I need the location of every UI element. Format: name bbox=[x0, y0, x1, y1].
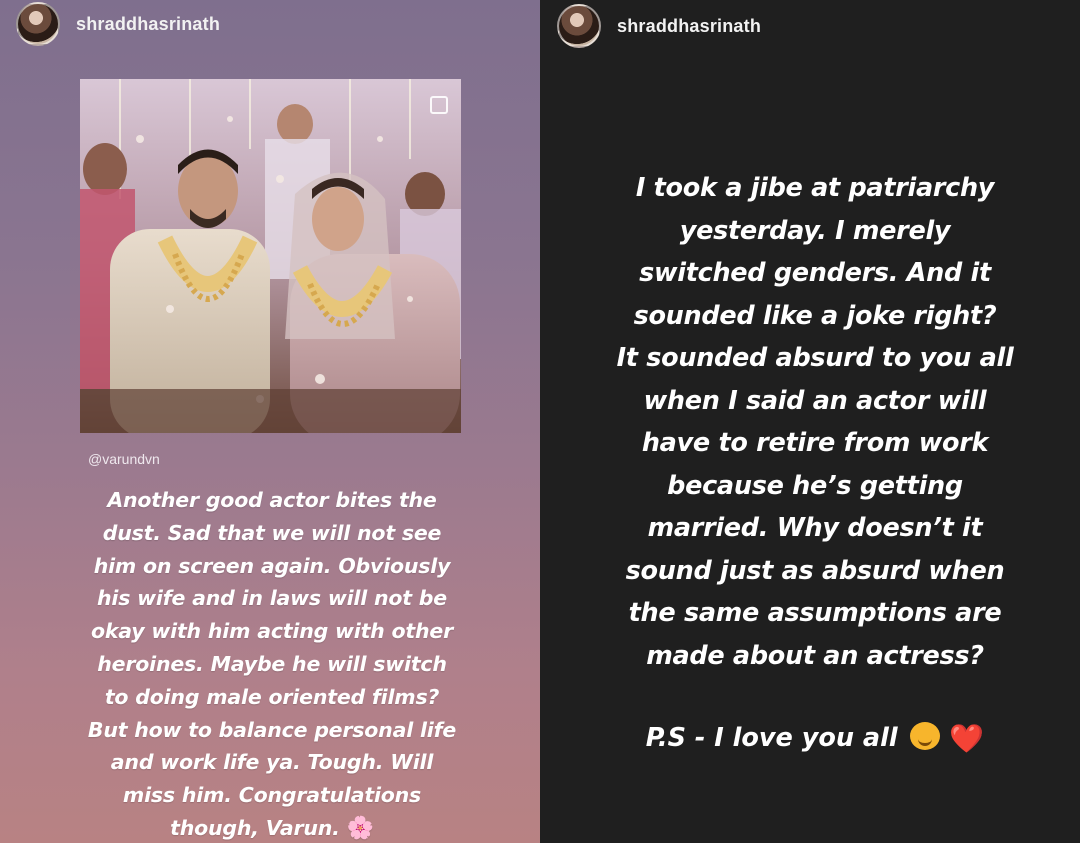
square-outline-icon bbox=[430, 96, 448, 114]
left-caption-text: Another good actor bites the dust. Sad t… bbox=[62, 484, 482, 843]
caption-line: married. Why doesn’t it bbox=[647, 513, 983, 543]
caption-line: sounded like a joke right? bbox=[633, 300, 997, 331]
caption-line: made about an actress? bbox=[646, 640, 984, 671]
right-story-header: shraddhasrinath bbox=[557, 4, 761, 48]
caption-line: I took a jibe at patriarchy bbox=[635, 173, 995, 203]
avatar-icon[interactable] bbox=[557, 4, 601, 48]
right-caption-text: I took a jibe at patriarchy yesterday. I… bbox=[580, 167, 1050, 677]
mention-tag[interactable]: @varundvn bbox=[88, 451, 160, 467]
caption-line: It sounded absurd to you all bbox=[616, 343, 1014, 373]
ps-text-line: P.S - I love you all ❤️ bbox=[580, 717, 1050, 760]
wedding-photo[interactable] bbox=[80, 79, 461, 433]
caption-line: miss him. Congratulations bbox=[122, 783, 422, 808]
caption-line: dust. Sad that we will not see bbox=[102, 520, 442, 545]
caption-line: to doing male oriented films? bbox=[104, 684, 440, 709]
caption-line: because he’s getting bbox=[667, 470, 963, 501]
left-story-panel: shraddhasrinath @varundvn Another good a… bbox=[0, 0, 540, 843]
caption-line: switched genders. And it bbox=[639, 258, 991, 288]
caption-line: But how to balance personal life bbox=[87, 717, 457, 742]
caption-line-last: though, Varun. 🌸 bbox=[62, 812, 482, 843]
caption-line: okay with him acting with other bbox=[90, 619, 454, 644]
caption-line: sound just as absurd when bbox=[625, 555, 1005, 586]
caption-line: yesterday. I merely bbox=[679, 215, 951, 246]
caption-line: when I said an actor will bbox=[643, 385, 987, 416]
flower-emoji-icon: 🌸 bbox=[346, 815, 374, 841]
wedding-photo-illustration bbox=[80, 79, 461, 433]
caption-line: have to retire from work bbox=[641, 428, 989, 458]
username-label[interactable]: shraddhasrinath bbox=[617, 16, 761, 37]
left-story-header: shraddhasrinath bbox=[16, 2, 220, 46]
caption-line: his wife and in laws will not be bbox=[97, 586, 447, 611]
caption-line: the same assumptions are bbox=[628, 598, 1002, 628]
username-label[interactable]: shraddhasrinath bbox=[76, 14, 220, 35]
hugging-face-emoji-icon bbox=[910, 722, 941, 750]
ps-text: P.S - I love you all bbox=[645, 723, 898, 753]
avatar-icon[interactable] bbox=[16, 2, 60, 46]
caption-line: him on screen again. Obviously bbox=[93, 553, 451, 578]
caption-line: though, Varun. bbox=[170, 815, 340, 840]
caption-line: heroines. Maybe he will switch bbox=[97, 651, 447, 676]
story-composite: shraddhasrinath @varundvn Another good a… bbox=[0, 0, 1080, 843]
heart-emoji-icon: ❤️ bbox=[949, 722, 985, 755]
caption-line: and work life ya. Tough. Will bbox=[110, 750, 434, 775]
caption-line: Another good actor bites the bbox=[107, 488, 437, 512]
